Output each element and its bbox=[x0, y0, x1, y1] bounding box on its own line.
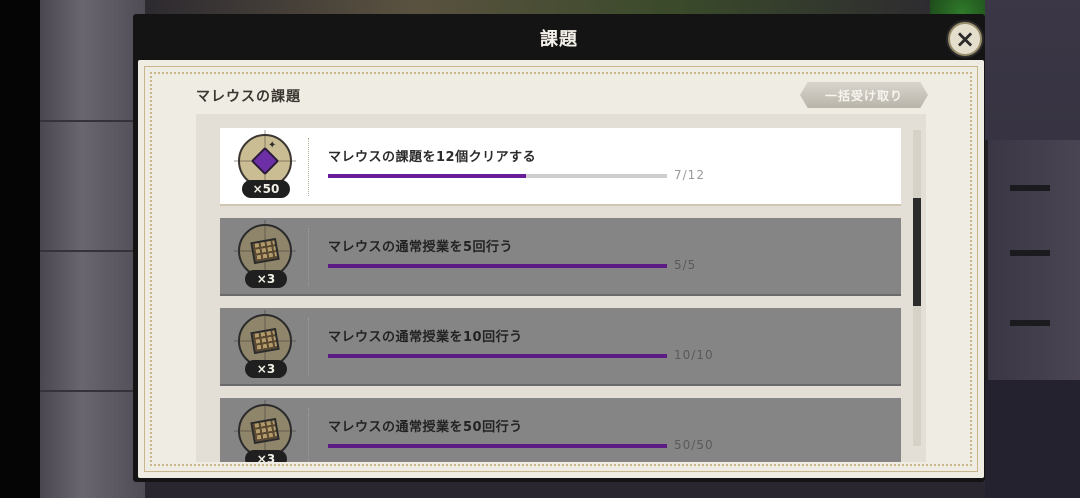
divider bbox=[308, 318, 309, 376]
progress-fill bbox=[328, 264, 667, 268]
waffle-icon bbox=[250, 417, 280, 445]
progress-text: 7/12 bbox=[674, 168, 705, 182]
progress-bar bbox=[328, 264, 667, 268]
close-button[interactable]: × bbox=[948, 22, 982, 56]
reward-badge: ×3 bbox=[232, 400, 298, 462]
pillar-seam bbox=[40, 390, 145, 392]
mission-row[interactable]: ×3 マレウスの通常授業を10回行う 10/10 bbox=[220, 308, 901, 386]
progress-bar bbox=[328, 354, 667, 358]
background-door bbox=[985, 140, 1080, 380]
door-hinge bbox=[1010, 185, 1050, 191]
reward-count: ×50 bbox=[242, 180, 290, 198]
waffle-icon bbox=[250, 327, 280, 355]
scrollbar[interactable] bbox=[913, 130, 921, 446]
progress-fill bbox=[328, 444, 667, 448]
reward-count: ×3 bbox=[245, 270, 287, 288]
door-hinge bbox=[1010, 320, 1050, 326]
reward-count: ×3 bbox=[245, 450, 287, 462]
progress-text: 50/50 bbox=[674, 438, 714, 452]
progress-text: 10/10 bbox=[674, 348, 714, 362]
mission-text: マレウスの課題を12個クリアする bbox=[328, 150, 537, 165]
divider bbox=[308, 228, 309, 286]
left-black-bar bbox=[0, 0, 40, 498]
mission-row[interactable]: ×3 マレウスの通常授業を5回行う 5/5 bbox=[220, 218, 901, 296]
gem-icon bbox=[250, 146, 280, 176]
close-icon: × bbox=[954, 25, 976, 53]
dialog-title: 課題 bbox=[540, 29, 578, 50]
reward-badge: ✦ ×50 bbox=[232, 130, 298, 200]
mission-text: マレウスの通常授業を10回行う bbox=[328, 330, 523, 345]
stone-pillar bbox=[40, 0, 145, 498]
progress-fill bbox=[328, 354, 667, 358]
background-bottom bbox=[145, 482, 985, 498]
mission-list[interactable]: ✦ ×50 マレウスの課題を12個クリアする 7/12 ×3 マレウスの通常授業… bbox=[196, 114, 926, 462]
waffle-icon bbox=[250, 237, 280, 265]
door-hinge bbox=[1010, 250, 1050, 256]
section-title: マレウスの課題 bbox=[196, 89, 301, 105]
mission-text: マレウスの通常授業を50回行う bbox=[328, 420, 523, 435]
sparkle-icon: ✦ bbox=[268, 140, 277, 151]
divider bbox=[308, 408, 309, 462]
pillar-seam bbox=[40, 120, 145, 122]
reward-count: ×3 bbox=[245, 360, 287, 378]
mission-row[interactable]: ×3 マレウスの通常授業を50回行う 50/50 bbox=[220, 398, 901, 462]
reward-badge: ×3 bbox=[232, 310, 298, 380]
reward-badge: ×3 bbox=[232, 220, 298, 290]
mission-text: マレウスの通常授業を5回行う bbox=[328, 240, 514, 255]
scroll-thumb[interactable] bbox=[913, 198, 921, 306]
pillar-seam bbox=[40, 250, 145, 252]
background-floor bbox=[985, 380, 1080, 498]
claim-all-button[interactable]: 一括受け取り bbox=[800, 82, 928, 108]
progress-fill bbox=[328, 174, 526, 178]
mission-row[interactable]: ✦ ×50 マレウスの課題を12個クリアする 7/12 bbox=[220, 128, 901, 206]
progress-bar bbox=[328, 444, 667, 448]
progress-text: 5/5 bbox=[674, 258, 697, 272]
progress-bar bbox=[328, 174, 667, 178]
divider bbox=[308, 138, 309, 196]
